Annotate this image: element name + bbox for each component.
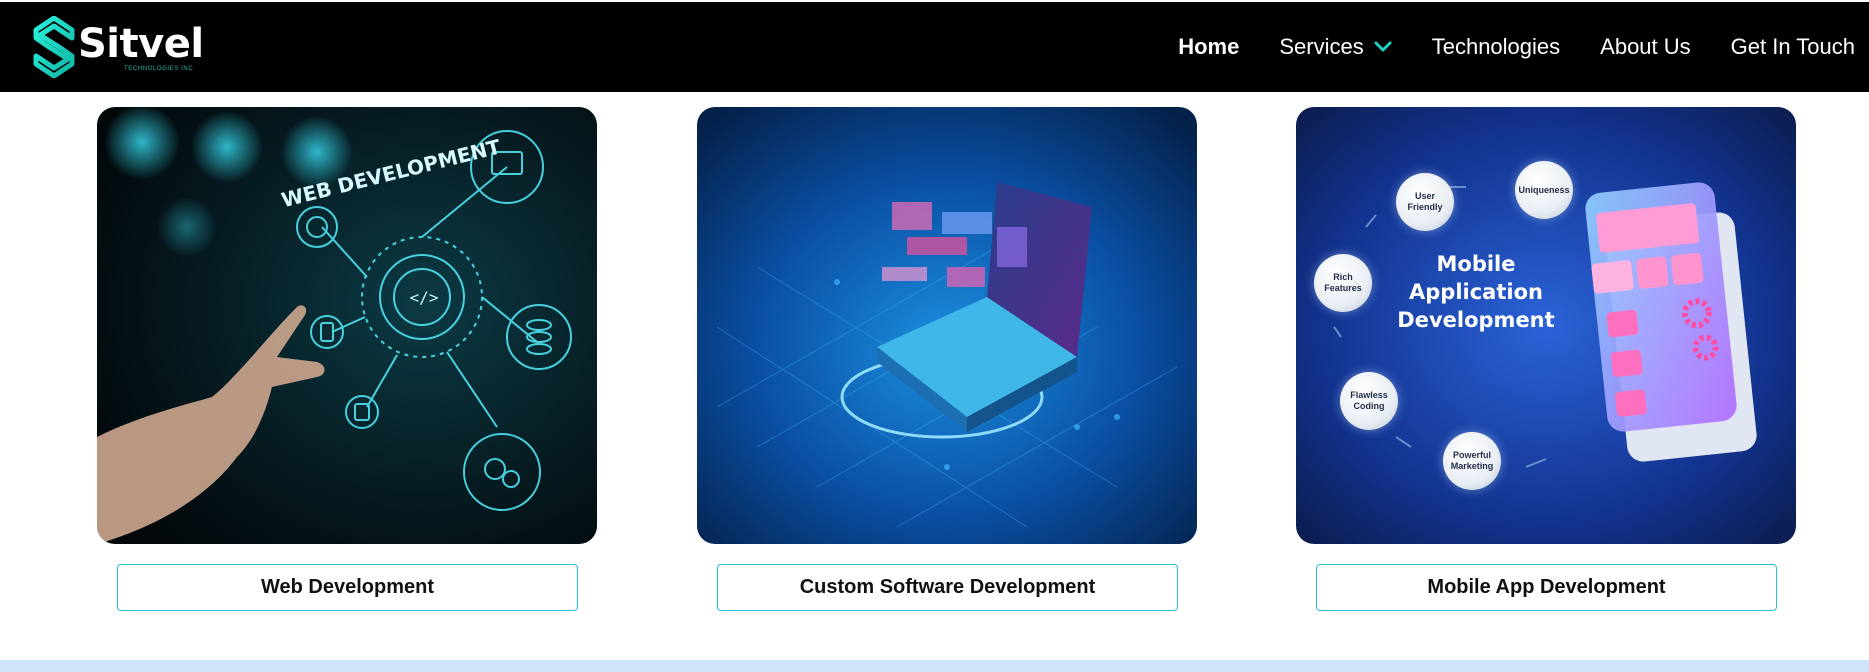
nav-home[interactable]: Home <box>1178 33 1239 61</box>
bubble-flawless-coding: Flawless Coding <box>1340 372 1398 430</box>
web-development-button[interactable]: Web Development <box>117 564 578 611</box>
navbar: Sitvel TECHNOLOGIES INC Home Services Te… <box>0 2 1869 92</box>
bubble-rich-features: Rich Features <box>1314 254 1372 312</box>
nav-services[interactable]: Services <box>1279 33 1392 61</box>
web-development-image[interactable]: </> WEB DEVELOPMENT <box>97 107 597 544</box>
custom-software-development-button[interactable]: Custom Software Development <box>717 564 1178 611</box>
chevron-down-icon <box>1374 41 1392 52</box>
nav-technologies[interactable]: Technologies <box>1432 33 1560 61</box>
bubble-uniqueness: Uniqueness <box>1515 161 1573 219</box>
brand-logo[interactable]: Sitvel TECHNOLOGIES INC <box>32 16 204 78</box>
brand-name: Sitvel <box>78 21 204 67</box>
nav-get-in-touch[interactable]: Get In Touch <box>1731 33 1855 61</box>
custom-software-image[interactable] <box>697 107 1197 544</box>
mobile-app-image-heading: Mobile Application Development <box>1397 252 1555 332</box>
svg-text:</>: </> <box>410 288 439 307</box>
custom-software-illustration <box>697 107 1197 544</box>
mobile-app-development-button[interactable]: Mobile App Development <box>1316 564 1777 611</box>
bubble-powerful-marketing: Powerful Marketing <box>1443 432 1501 490</box>
nav-about-us[interactable]: About Us <box>1600 33 1691 61</box>
bubble-user-friendly: User Friendly <box>1396 173 1454 231</box>
brand-tagline: TECHNOLOGIES INC <box>124 66 194 72</box>
sitvel-logo-icon <box>33 16 75 78</box>
nav-services-label: Services <box>1279 34 1364 59</box>
main-nav: Home Services Technologies About Us Get … <box>1138 2 1869 92</box>
web-development-illustration: </> WEB DEVELOPMENT <box>97 107 597 544</box>
mobile-app-image[interactable]: Mobile Application Development User Frie… <box>1296 107 1796 544</box>
next-section-band <box>0 660 1869 672</box>
